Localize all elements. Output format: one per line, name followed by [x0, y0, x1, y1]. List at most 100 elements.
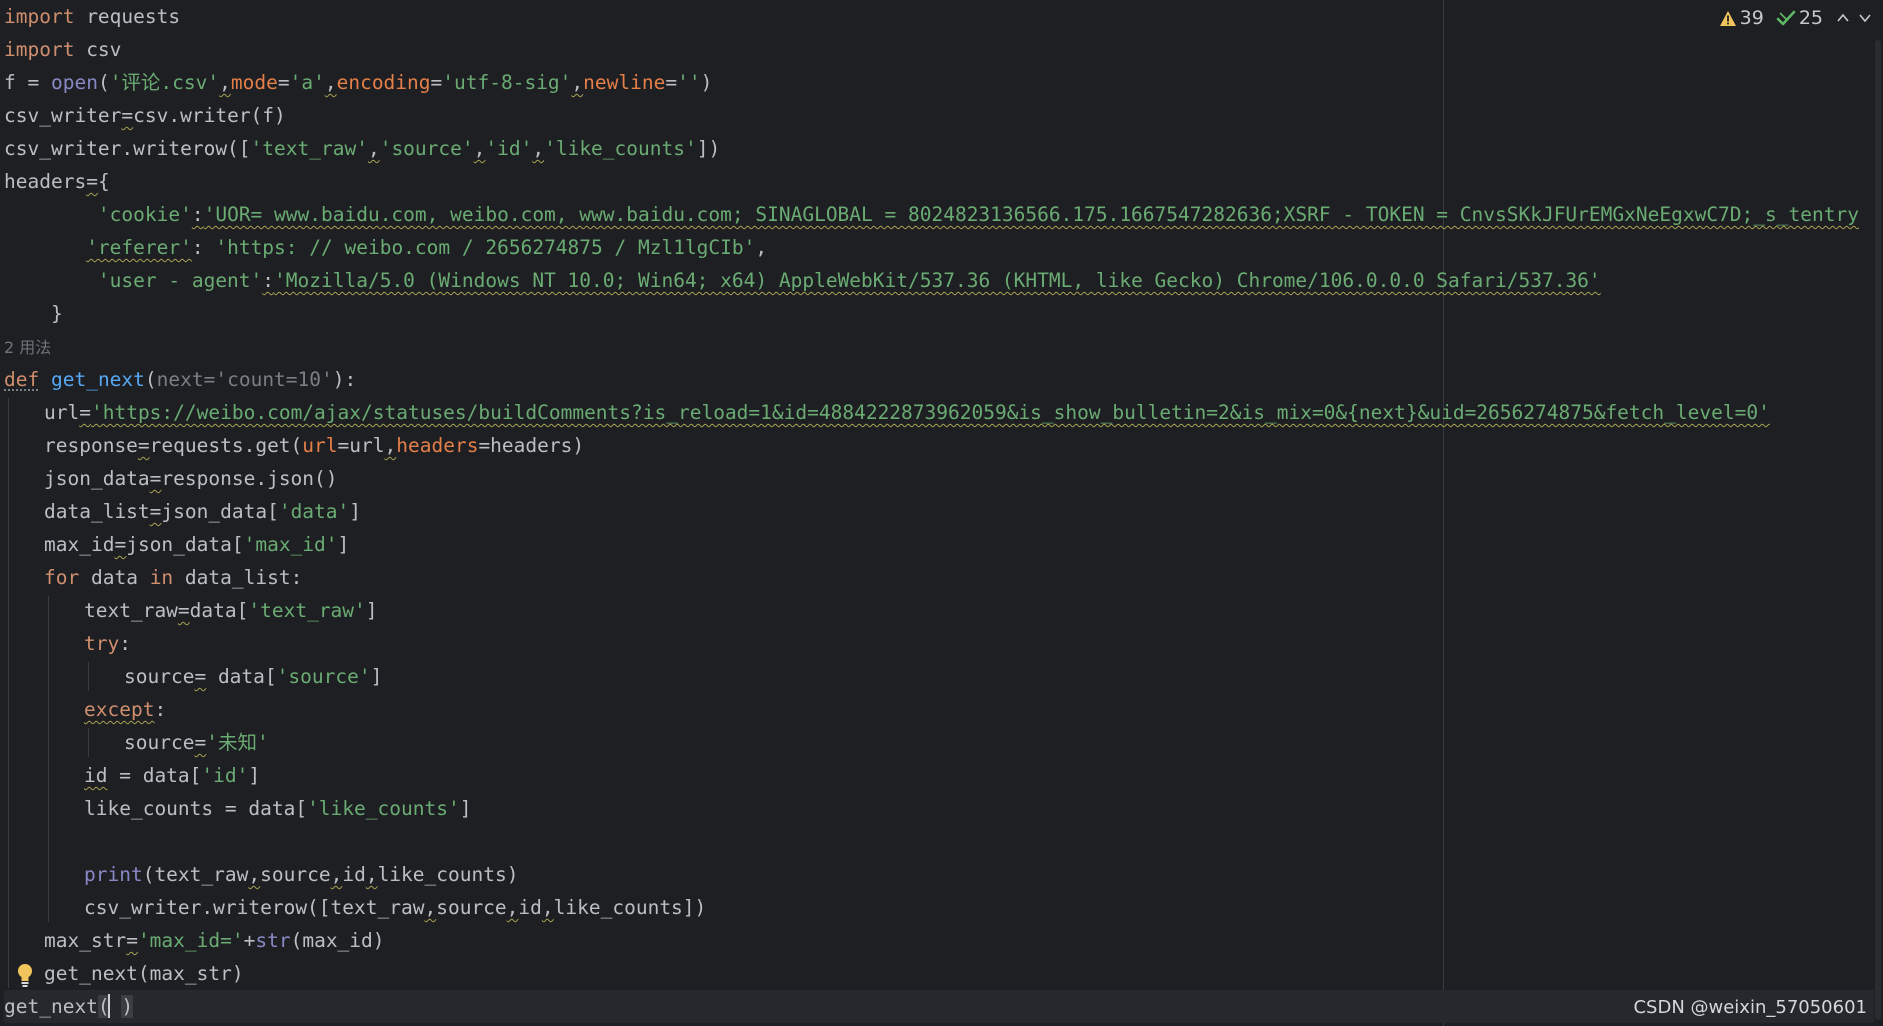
code-token: response.json() — [161, 467, 338, 490]
code-token: 'id' — [485, 137, 533, 160]
code-token: source — [124, 731, 195, 754]
code-line[interactable]: get_next(max_str) — [4, 957, 1874, 990]
code-line[interactable]: try: — [4, 627, 1874, 660]
code-token: csv_writer.writerow([ — [4, 137, 251, 160]
code-line[interactable]: csv_writer.writerow([text_raw,source,id,… — [4, 891, 1874, 924]
code-line[interactable]: import csv — [4, 33, 1874, 66]
code-token: 'max_id' — [243, 533, 338, 556]
code-editor[interactable]: 39 25 import requests import csv f = open(… — [0, 0, 1883, 1026]
code-token: ] — [365, 599, 378, 622]
code-token: try — [84, 632, 120, 655]
code-token: (text_raw — [142, 863, 249, 886]
code-token: source — [260, 863, 331, 886]
code-token: 'count=10' — [215, 368, 333, 391]
code-token: 'user - agent' — [97, 269, 263, 292]
code-token: next= — [156, 368, 216, 391]
code-token: ] — [248, 764, 261, 787]
code-line[interactable]: like_counts = data['like_counts'] — [4, 792, 1874, 825]
code-line[interactable]: json_data=response.json() — [4, 462, 1874, 495]
code-token: , — [219, 71, 231, 94]
code-token: id — [518, 896, 542, 919]
code-line[interactable]: for data in data_list: — [4, 561, 1874, 594]
code-token: data[ — [206, 665, 277, 688]
vertical-scrollbar[interactable] — [1873, 0, 1883, 1026]
code-token: 'like_counts' — [544, 137, 697, 160]
code-line[interactable] — [4, 825, 1874, 858]
code-token: like_counts = data[ — [84, 797, 308, 820]
code-token: 2 用法 — [4, 338, 52, 357]
code-line[interactable]: 'user - agent':'Mozilla/5.0 (Windows NT … — [4, 264, 1874, 297]
code-line[interactable]: source='未知' — [4, 726, 1874, 759]
usage-hint[interactable]: 2 用法 — [4, 330, 1874, 363]
code-line[interactable]: headers={ — [4, 165, 1874, 198]
code-line[interactable]: response=requests.get(url=url,headers=he… — [4, 429, 1874, 462]
code-line[interactable]: import requests — [4, 0, 1874, 33]
code-token: = — [194, 665, 207, 688]
code-token: = — [86, 170, 98, 193]
code-token: f = — [4, 71, 51, 94]
code-token: requests.get( — [149, 434, 303, 457]
code-token: : — [191, 203, 204, 226]
code-token: ): — [332, 368, 357, 391]
code-token: = — [665, 71, 678, 94]
code-token: (max_id) — [290, 929, 385, 952]
code-token: 'a' — [289, 71, 325, 94]
code-token: 'referer' — [86, 236, 192, 259]
code-token: , — [506, 896, 519, 919]
code-line[interactable]: def get_next(next='count=10'): — [4, 363, 1874, 396]
code-token: like_counts]) — [553, 896, 707, 919]
code-line[interactable]: data_list=json_data['data'] — [4, 495, 1874, 528]
code-line[interactable]: source= data['source'] — [4, 660, 1874, 693]
code-token: data[ — [189, 599, 249, 622]
code-line[interactable]: 'cookie':'UOR= www.baidu.com, weibo.com,… — [4, 198, 1874, 231]
code-token: = — [79, 401, 91, 424]
code-token: 'max_id=' — [137, 929, 244, 952]
code-token: import — [4, 38, 75, 61]
code-line[interactable]: max_str='max_id='+str(max_id) — [4, 924, 1874, 957]
code-line[interactable]: max_id=json_data['max_id'] — [4, 528, 1874, 561]
code-token: '评论.csv' — [109, 71, 220, 94]
code-line[interactable]: id = data['id'] — [4, 759, 1874, 792]
csdn-watermark: CSDN @weixin_57050601 — [1633, 997, 1867, 1018]
code-token: 'source' — [379, 137, 474, 160]
code-line[interactable]: csv_writer=csv.writer(f) — [4, 99, 1874, 132]
code-area[interactable]: import requests import csv f = open('评论.cs… — [4, 0, 1874, 1023]
scrollbar-thumb[interactable] — [1875, 40, 1881, 1020]
code-line[interactable]: url='https://weibo.com/ajax/statuses/bui… — [4, 396, 1874, 429]
code-token: response — [44, 434, 138, 457]
code-token: = — [114, 533, 127, 556]
code-token: csv_writer — [4, 104, 122, 127]
code-token: '未知' — [206, 731, 269, 754]
code-line[interactable]: get_next( ) — [4, 990, 1874, 1023]
code-token: = data[ — [107, 764, 202, 787]
code-token: import — [4, 5, 75, 28]
code-token: : — [191, 236, 216, 259]
code-token: } — [4, 302, 63, 325]
code-token: for — [44, 566, 80, 589]
code-line[interactable]: csv_writer.writerow(['text_raw','source'… — [4, 132, 1874, 165]
code-token: ) — [121, 995, 134, 1018]
code-line[interactable]: f = open('评论.csv',mode='a',encoding='utf… — [4, 66, 1874, 99]
code-token: , — [384, 434, 397, 457]
code-token: 'text_raw' — [248, 599, 366, 622]
code-line[interactable]: } — [4, 297, 1874, 330]
code-line[interactable]: 'referer': 'https: // weibo.com / 265627… — [4, 231, 1874, 264]
code-token: { — [97, 170, 110, 193]
code-token: = — [137, 434, 150, 457]
code-line[interactable]: text_raw=data['text_raw'] — [4, 594, 1874, 627]
code-token: , — [330, 863, 343, 886]
code-line[interactable]: print(text_raw,source,id,like_counts) — [4, 858, 1874, 891]
code-token: 'cookie' — [97, 203, 192, 226]
code-token: 'https://weibo.com/ajax/statuses/buildCo… — [90, 401, 1770, 424]
code-line[interactable]: except: — [4, 693, 1874, 726]
code-token: , — [541, 896, 554, 919]
code-token: = — [149, 467, 162, 490]
code-token: = — [121, 104, 134, 127]
code-token: , — [365, 863, 378, 886]
lightbulb-icon[interactable] — [14, 962, 36, 988]
code-token: : — [119, 632, 131, 655]
code-token: 'text_raw' — [250, 137, 368, 160]
